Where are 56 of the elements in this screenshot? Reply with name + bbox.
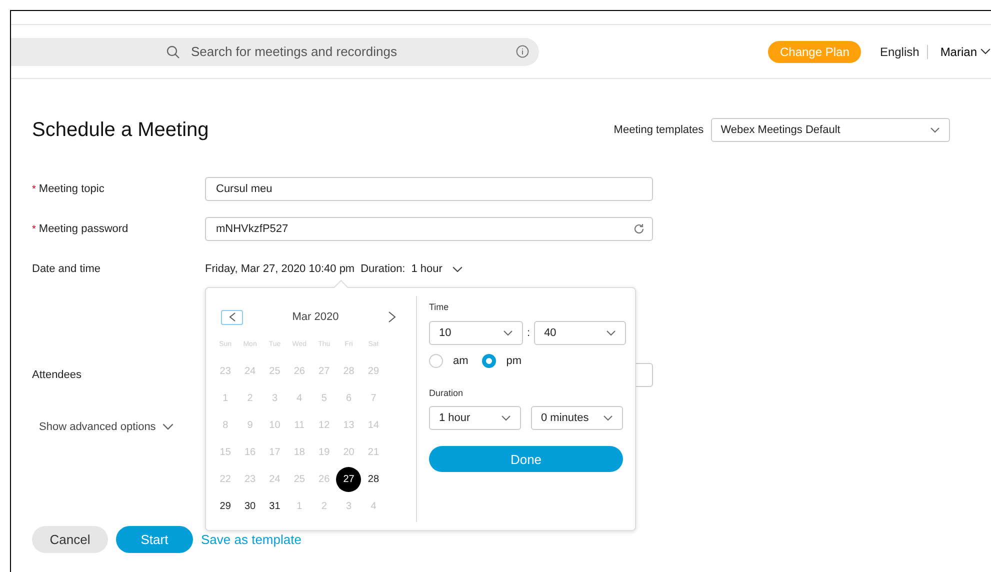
radio-label: am [453, 355, 468, 367]
page-title: Schedule a Meeting [32, 118, 209, 142]
input-field[interactable]: Cursul meu [205, 177, 653, 201]
chevron-left-icon [228, 312, 236, 322]
templates-label: Meeting templates [614, 124, 704, 136]
hour-select[interactable]: 10 [429, 321, 523, 345]
save-template-link[interactable]: Save as template [201, 532, 302, 547]
field-label: Attendees [32, 369, 83, 381]
calendar-day[interactable]: 30 [238, 493, 262, 520]
radio-label: pm [506, 355, 522, 367]
calendar-day[interactable]: 27 [336, 466, 362, 493]
start-button[interactable]: Start [116, 526, 193, 553]
minutes-select[interactable]: 0 minutes [531, 406, 623, 430]
calendar-day[interactable]: 31 [262, 493, 288, 520]
chevron-down-icon [603, 415, 613, 421]
done-button[interactable]: Done [429, 446, 623, 472]
chevron-down-icon [980, 48, 991, 55]
required-mark: * [32, 184, 36, 195]
info-icon[interactable] [516, 45, 530, 58]
advanced-options-toggle[interactable]: Show advanced options [32, 421, 174, 433]
hours-select[interactable]: 1 hour [429, 406, 521, 430]
chevron-down-icon [503, 330, 513, 336]
duration-value: 1 hour [411, 263, 442, 275]
radio-button[interactable] [482, 354, 496, 368]
radio-button[interactable] [429, 354, 443, 368]
search-icon [166, 44, 180, 58]
search-bar[interactable]: Search for meetings and recordings [11, 38, 540, 66]
search-field[interactable]: Search for meetings and recordings [189, 43, 508, 60]
field-label: Meeting password [38, 223, 128, 235]
chevron-down-icon [501, 415, 511, 421]
user-menu[interactable]: Marian [934, 44, 991, 58]
language-link[interactable]: English [880, 44, 928, 58]
templates-select[interactable]: Webex Meetings Default [710, 118, 950, 142]
cancel-button[interactable]: Cancel [32, 526, 108, 553]
next-month-button[interactable] [388, 311, 396, 323]
field-label: Date and time [32, 263, 102, 275]
change-plan-button[interactable]: Change Plan [768, 40, 861, 62]
duration-label: Duration [429, 388, 464, 398]
chevron-down-icon [452, 266, 464, 272]
date-time-value[interactable]: Friday, Mar 27, 2020 10:40 pm [205, 263, 355, 275]
time-separator: : [527, 327, 530, 339]
time-label: Time [429, 302, 450, 312]
chevron-down-icon [930, 127, 940, 133]
refresh-icon[interactable] [633, 223, 645, 235]
field-label: Meeting topic [38, 183, 104, 195]
chevron-right-icon [388, 311, 396, 323]
calendar-day[interactable]: 28 [361, 466, 386, 493]
duration-label: Duration: [360, 263, 406, 275]
month-title: Mar 2020 [292, 311, 339, 323]
previous-month-button[interactable] [221, 310, 243, 324]
chevron-down-icon [162, 423, 174, 431]
required-mark: * [32, 224, 36, 235]
calendar-day[interactable]: 29 [213, 493, 238, 520]
minute-select[interactable]: 40 [534, 321, 626, 345]
chevron-down-icon [606, 330, 616, 336]
input-field[interactable]: mNHVkzfP527 [205, 217, 653, 241]
